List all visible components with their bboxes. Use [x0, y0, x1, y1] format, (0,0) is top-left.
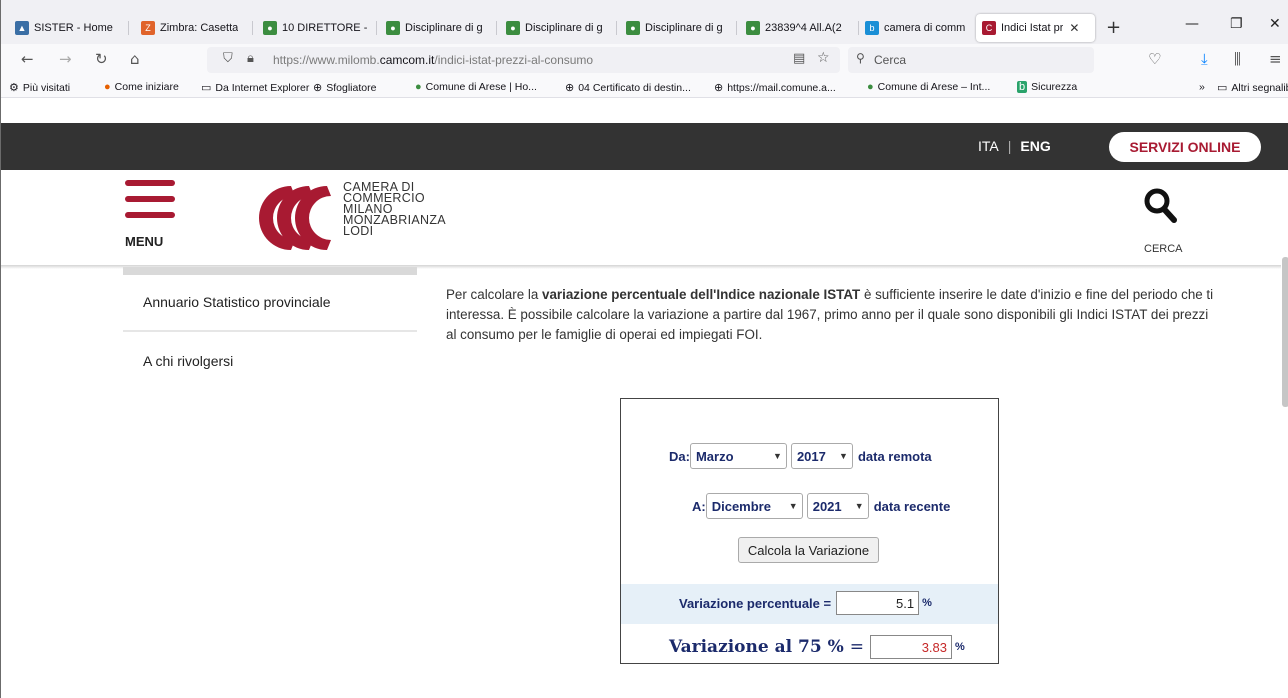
globe-icon: ⊕	[313, 82, 323, 94]
library-icon[interactable]: ⫼	[1234, 50, 1241, 68]
chevron-down-icon: ▼	[854, 501, 864, 511]
bookmark-mail-comune[interactable]: ⊕ https://mail.comune.a...	[714, 81, 836, 95]
shield-icon: ⛉	[223, 51, 233, 66]
reader-view-icon[interactable]: ▤	[793, 51, 805, 66]
comune-icon: ●	[386, 21, 400, 35]
comune-icon: ●	[626, 21, 640, 35]
variazione-75-output[interactable]: 3.83	[870, 635, 952, 659]
variazione-75-row: Variazione al 75 % = 3.83 %	[669, 635, 965, 659]
tab-camera[interactable]: b camera di comm	[865, 16, 971, 40]
comune-icon: ●	[263, 21, 277, 35]
search-icon: ⚲	[856, 51, 865, 65]
site-header: MENU CAMERA DI COMMERCIO MILANO MONZABRI…	[1, 170, 1288, 265]
globe-icon: ⊕	[714, 82, 724, 94]
bookmarks-bar: ⚙ Più visitati ● Come iniziare ▭ Da Interne…	[1, 76, 1288, 98]
servizi-online-button[interactable]: SERVIZI ONLINE	[1109, 132, 1261, 162]
camcom-icon: C	[982, 21, 996, 35]
sidebar-item-contatti[interactable]: A chi rivolgersi	[143, 353, 233, 369]
bing-icon: b	[865, 21, 879, 35]
intro-paragraph: Per calcolare la variazione percentuale …	[446, 287, 1214, 342]
bookmark-sfogliatore[interactable]: ⊕ Sfogliatore	[313, 81, 376, 95]
to-month-select[interactable]: Dicembre ▼	[705, 493, 803, 519]
tab-zimbra[interactable]: Z Zimbra: Casetta	[141, 16, 249, 40]
navigation-bar: ← → ↻ ⌂ ⛉ 🔒︎ https://www.milomb.camcom.i…	[1, 44, 1288, 76]
restore-icon[interactable]: ❐	[1230, 16, 1243, 32]
hamburger-icon	[125, 180, 175, 186]
url-text: https://www.milomb.camcom.it/indici-ista…	[273, 53, 594, 67]
pocket-icon[interactable]: ♡	[1148, 50, 1161, 68]
sidebar-divider	[123, 330, 417, 332]
page-scrollbar[interactable]	[1282, 257, 1288, 407]
download-icon[interactable]: ⤓	[1201, 50, 1208, 68]
bing-icon: b	[1017, 81, 1028, 93]
calcola-variazione-button[interactable]: Calcola la Variazione	[738, 537, 879, 563]
folder-icon: ▭	[201, 82, 212, 94]
tab-strip: ▲ SISTER - Home Z Zimbra: Casetta ● 10 D…	[1, 0, 1288, 44]
variazione-output[interactable]: 5.1	[836, 591, 920, 615]
search-input[interactable]: ⚲ Cerca	[848, 47, 1094, 73]
lock-icon: 🔒︎	[247, 51, 254, 66]
sister-icon: ▲	[15, 21, 29, 35]
tab-indici-istat[interactable]: C Indici Istat pr ✕	[976, 14, 1095, 42]
search-label: CERCA	[1144, 243, 1183, 255]
firefox-icon: ●	[104, 81, 111, 93]
variazione-row: Variazione percentuale = 5.1 %	[679, 591, 932, 615]
tab-disciplinare-1[interactable]: ● Disciplinare di g	[386, 16, 494, 40]
tab-disciplinare-3[interactable]: ● Disciplinare di g	[626, 16, 734, 40]
from-date-row: Da: Marzo ▼ 2017 ▼ data remota	[669, 443, 932, 469]
bookmark-comune-arese-home[interactable]: ● Comune di Arese | Ho...	[415, 81, 537, 93]
home-icon[interactable]: ⌂	[130, 50, 140, 68]
chevron-down-icon: ▼	[788, 501, 798, 511]
tab-sister[interactable]: ▲ SISTER - Home	[15, 16, 123, 40]
back-icon[interactable]: ←	[21, 50, 34, 68]
close-window-icon[interactable]: ✕	[1269, 16, 1281, 32]
site-top-strip: ITA | ENG SERVIZI ONLINE	[1, 123, 1288, 170]
to-year-select[interactable]: 2021 ▼	[806, 493, 869, 519]
comune-icon: ●	[415, 81, 422, 93]
bookmark-star-icon[interactable]: ☆	[817, 50, 830, 66]
tab-disciplinare-2[interactable]: ● Disciplinare di g	[506, 16, 614, 40]
language-switch: ITA | ENG	[978, 138, 1051, 154]
to-date-row: A: Dicembre ▼ 2021 ▼ data recente	[692, 493, 950, 519]
tab-allegato[interactable]: ● 23839^4 All.A(2	[746, 16, 854, 40]
zimbra-icon: Z	[141, 21, 155, 35]
new-tab-icon[interactable]: +	[1106, 17, 1121, 38]
logo-text: CAMERA DI COMMERCIO MILANO MONZABRIANZA …	[343, 180, 446, 238]
lang-ita-link[interactable]: ITA	[978, 138, 999, 154]
chevron-down-icon: ▼	[839, 451, 848, 461]
from-year-select[interactable]: 2017 ▼	[790, 443, 853, 469]
camcom-logo-icon[interactable]	[251, 182, 335, 254]
folder-icon: ▭	[1217, 82, 1228, 94]
bookmarks-overflow-icon[interactable]: »	[1199, 81, 1205, 93]
bookmark-sicurezza[interactable]: b Sicurezza	[1017, 81, 1077, 93]
other-bookmarks[interactable]: ▭Altri segnalibri	[1217, 81, 1288, 95]
chevron-down-icon: ▼	[773, 451, 782, 461]
comune-icon: ●	[867, 81, 874, 93]
bookmark-certificato[interactable]: ⊕ 04 Certificato di destin...	[565, 81, 691, 95]
sidebar-top-bar	[123, 267, 417, 275]
bookmark-come-iniziare[interactable]: ● Come iniziare	[104, 81, 179, 93]
comune-icon: ●	[506, 21, 520, 35]
url-bar[interactable]: ⛉ 🔒︎ https://www.milomb.camcom.it/indici…	[207, 47, 840, 73]
bookmark-piu-visitati[interactable]: ⚙ Più visitati	[9, 81, 70, 95]
tab-direttore[interactable]: ● 10 DIRETTORE -	[263, 16, 371, 40]
minimize-icon[interactable]: —	[1185, 16, 1199, 32]
reload-icon[interactable]: ↻	[95, 50, 108, 68]
forward-icon[interactable]: →	[59, 50, 72, 68]
sidebar-item-annuario[interactable]: Annuario Statistico provinciale	[143, 294, 331, 310]
bookmark-comune-arese-int[interactable]: ● Comune di Arese – Int...	[867, 81, 990, 93]
search-icon[interactable]	[1144, 188, 1178, 224]
from-month-select[interactable]: Marzo ▼	[689, 443, 787, 469]
menu-label: MENU	[125, 234, 164, 249]
bookmark-da-internet-explorer[interactable]: ▭ Da Internet Explorer	[201, 81, 309, 95]
menu-icon[interactable]: ≡	[1269, 50, 1282, 68]
browser-window: ▲ SISTER - Home Z Zimbra: Casetta ● 10 D…	[0, 0, 1288, 698]
globe-icon: ⊕	[565, 82, 575, 94]
gear-icon: ⚙	[9, 82, 19, 94]
istat-calculator: Da: Marzo ▼ 2017 ▼ data remota A: Dicembre…	[620, 398, 999, 664]
close-tab-icon[interactable]: ✕	[1069, 21, 1079, 35]
comune-icon: ●	[746, 21, 760, 35]
lang-eng-link[interactable]: ENG	[1020, 138, 1050, 154]
